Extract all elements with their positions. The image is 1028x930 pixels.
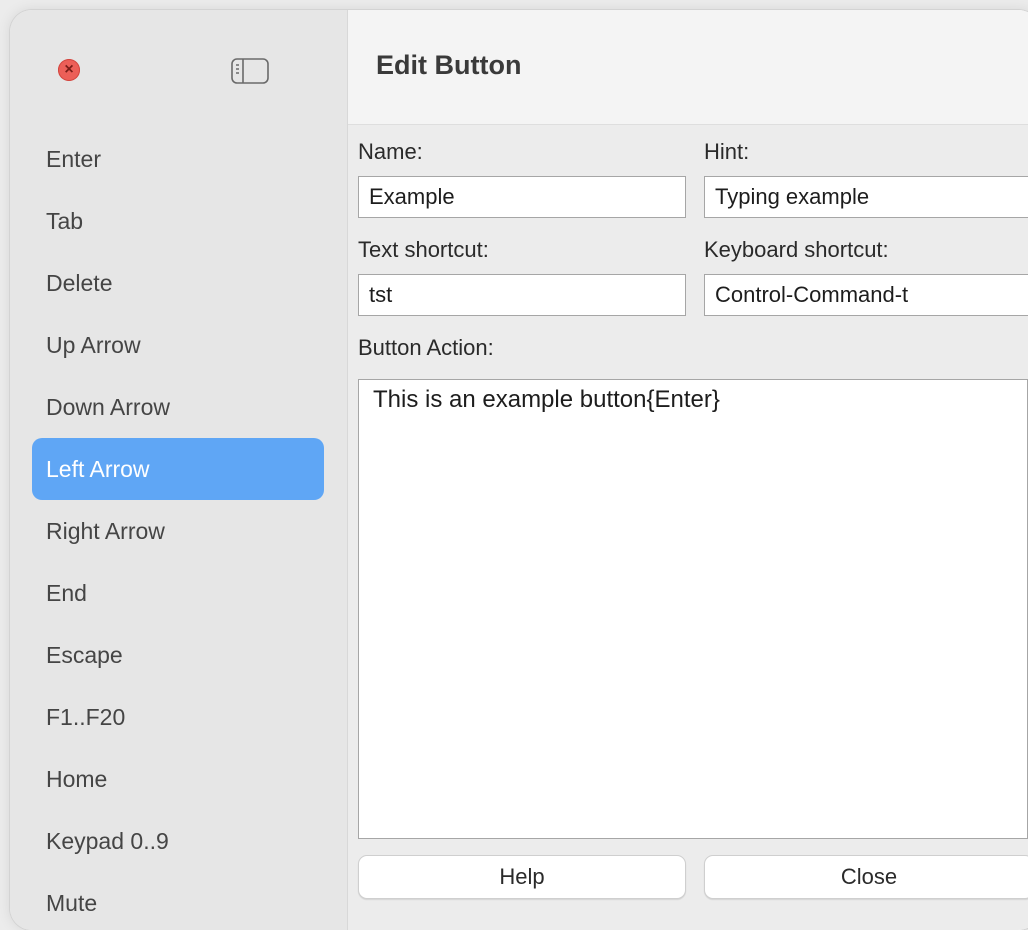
sidebar-item-label: Keypad 0..9 (46, 827, 169, 854)
sidebar-item-escape[interactable]: Escape (32, 624, 324, 686)
name-field[interactable] (358, 176, 686, 218)
form-area: Name: Hint: Text shortcut: Keyboard shor… (348, 125, 1028, 930)
name-label: Name: (358, 139, 423, 164)
edit-panel: Edit Button Name: Hint: Text shortcut: K… (348, 10, 1028, 930)
sidebar-item-label: Delete (46, 269, 113, 296)
page-title: Edit Button (376, 50, 522, 80)
sidebar-item-label: End (46, 579, 87, 606)
close-button[interactable]: Close (704, 855, 1028, 899)
sidebar-item-mute[interactable]: Mute (32, 872, 324, 930)
sidebar-toggle-icon (231, 58, 269, 84)
close-icon[interactable]: × (58, 59, 80, 81)
sidebar-item-label: F1..F20 (46, 703, 126, 730)
button-action-textarea[interactable]: This is an example button{Enter} (358, 379, 1028, 839)
text-shortcut-label: Text shortcut: (358, 237, 489, 262)
sidebar-item-tab[interactable]: Tab (32, 190, 324, 252)
sidebar-item-down-arrow[interactable]: Down Arrow (32, 376, 324, 438)
sidebar-item-keypad[interactable]: Keypad 0..9 (32, 810, 324, 872)
sidebar-item-label: Down Arrow (46, 393, 170, 420)
sidebar-item-label: Right Arrow (46, 517, 165, 544)
sidebar-item-label: Escape (46, 641, 123, 668)
button-action-label: Button Action: (358, 335, 494, 360)
header: Edit Button (348, 10, 1028, 125)
close-glyph: × (64, 61, 74, 78)
hint-field[interactable] (704, 176, 1028, 218)
hint-label: Hint: (704, 139, 750, 164)
keyboard-shortcut-label: Keyboard shortcut: (704, 237, 889, 262)
sidebar-item-left-arrow[interactable]: Left Arrow (32, 438, 324, 500)
sidebar-item-delete[interactable]: Delete (32, 252, 324, 314)
sidebar-item-label: Enter (46, 145, 101, 172)
sidebar-item-label: Tab (46, 207, 84, 234)
sidebar-item-label: Home (46, 765, 108, 792)
sidebar-item-label: Mute (46, 889, 98, 916)
sidebar: × Enter Tab Delete Up Arrow Down Arrow L… (10, 10, 348, 930)
sidebar-item-up-arrow[interactable]: Up Arrow (32, 314, 324, 376)
edit-button-window: × Enter Tab Delete Up Arrow Down Arrow L… (10, 10, 1028, 930)
sidebar-item-right-arrow[interactable]: Right Arrow (32, 500, 324, 562)
close-button-label: Close (840, 864, 898, 889)
sidebar-item-enter[interactable]: Enter (32, 128, 324, 190)
sidebar-item-label: Left Arrow (46, 455, 150, 482)
text-shortcut-field[interactable] (358, 274, 686, 316)
sidebar-toggle-button[interactable] (228, 56, 272, 86)
keyboard-shortcut-field[interactable] (704, 274, 1028, 316)
sidebar-item-end[interactable]: End (32, 562, 324, 624)
sidebar-item-home[interactable]: Home (32, 748, 324, 810)
key-list: Enter Tab Delete Up Arrow Down Arrow Lef… (32, 128, 324, 930)
sidebar-item-label: Up Arrow (46, 331, 141, 358)
help-button[interactable]: Help (358, 855, 686, 899)
sidebar-item-f1-f20[interactable]: F1..F20 (32, 686, 324, 748)
help-button-label: Help (499, 864, 545, 889)
